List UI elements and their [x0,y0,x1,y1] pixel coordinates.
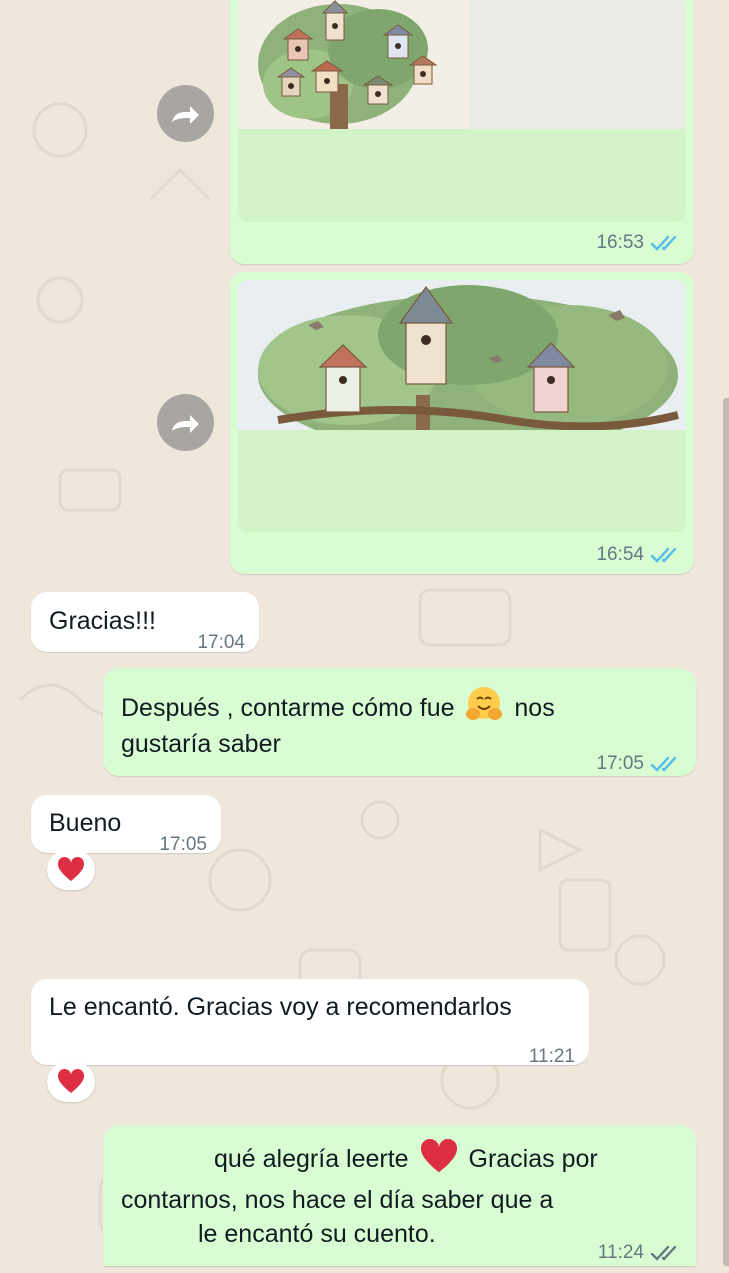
message-time: 16:54 [596,544,682,566]
message-time: 11:21 [528,1046,575,1067]
image-thumbnail[interactable] [238,280,686,532]
birdhouse-tree-image [238,280,686,430]
forward-button[interactable] [157,85,214,142]
message-time: 17:05 [159,834,207,855]
incoming-message[interactable]: Le encantó. Gracias voy a recomendarlos … [31,979,589,1067]
message-text: Después , contarme cómo fue nos [121,684,555,728]
forward-icon [171,414,199,433]
scroll-indicator[interactable] [723,398,729,1266]
message-text: qué alegría leerte Gracias por [214,1139,598,1179]
message-time: 16:53 [596,232,682,254]
red-heart-icon [57,857,85,881]
message-time: 17:05 [596,744,682,784]
outgoing-message[interactable]: Después , contarme cómo fue nos gustaría… [103,668,696,776]
message-reaction[interactable] [47,850,95,890]
red-heart-emoji [420,1139,457,1173]
double-check-icon [650,235,677,251]
message-text: gustaría saber [121,730,281,758]
forward-icon [171,105,199,124]
forward-button[interactable] [157,394,214,451]
image-message[interactable]: 16:54 [230,272,694,574]
double-check-icon [650,547,677,563]
incoming-message[interactable]: Gracias!!! 17:04 [31,592,259,653]
image-message[interactable]: 16:53 [230,0,694,264]
message-time: 11:24 [598,1233,682,1273]
message-text: Bueno [49,809,122,837]
incoming-message[interactable]: Bueno 17:05 [31,795,221,855]
image-thumbnail[interactable] [238,0,686,222]
double-check-icon [650,1245,677,1261]
red-heart-icon [57,1069,85,1093]
outgoing-message[interactable]: qué alegría leerte Gracias por contarnos… [103,1125,696,1266]
message-time: 17:04 [197,632,245,653]
double-check-icon [650,756,677,772]
message-text: Gracias!!! [49,607,156,635]
message-text: le encantó su cuento. [198,1220,436,1248]
message-text: Le encantó. Gracias voy a recomendarlos [49,993,512,1021]
message-reaction[interactable] [47,1062,95,1102]
hugging-face-emoji [466,687,503,720]
birdhouse-tree-image [238,0,686,129]
